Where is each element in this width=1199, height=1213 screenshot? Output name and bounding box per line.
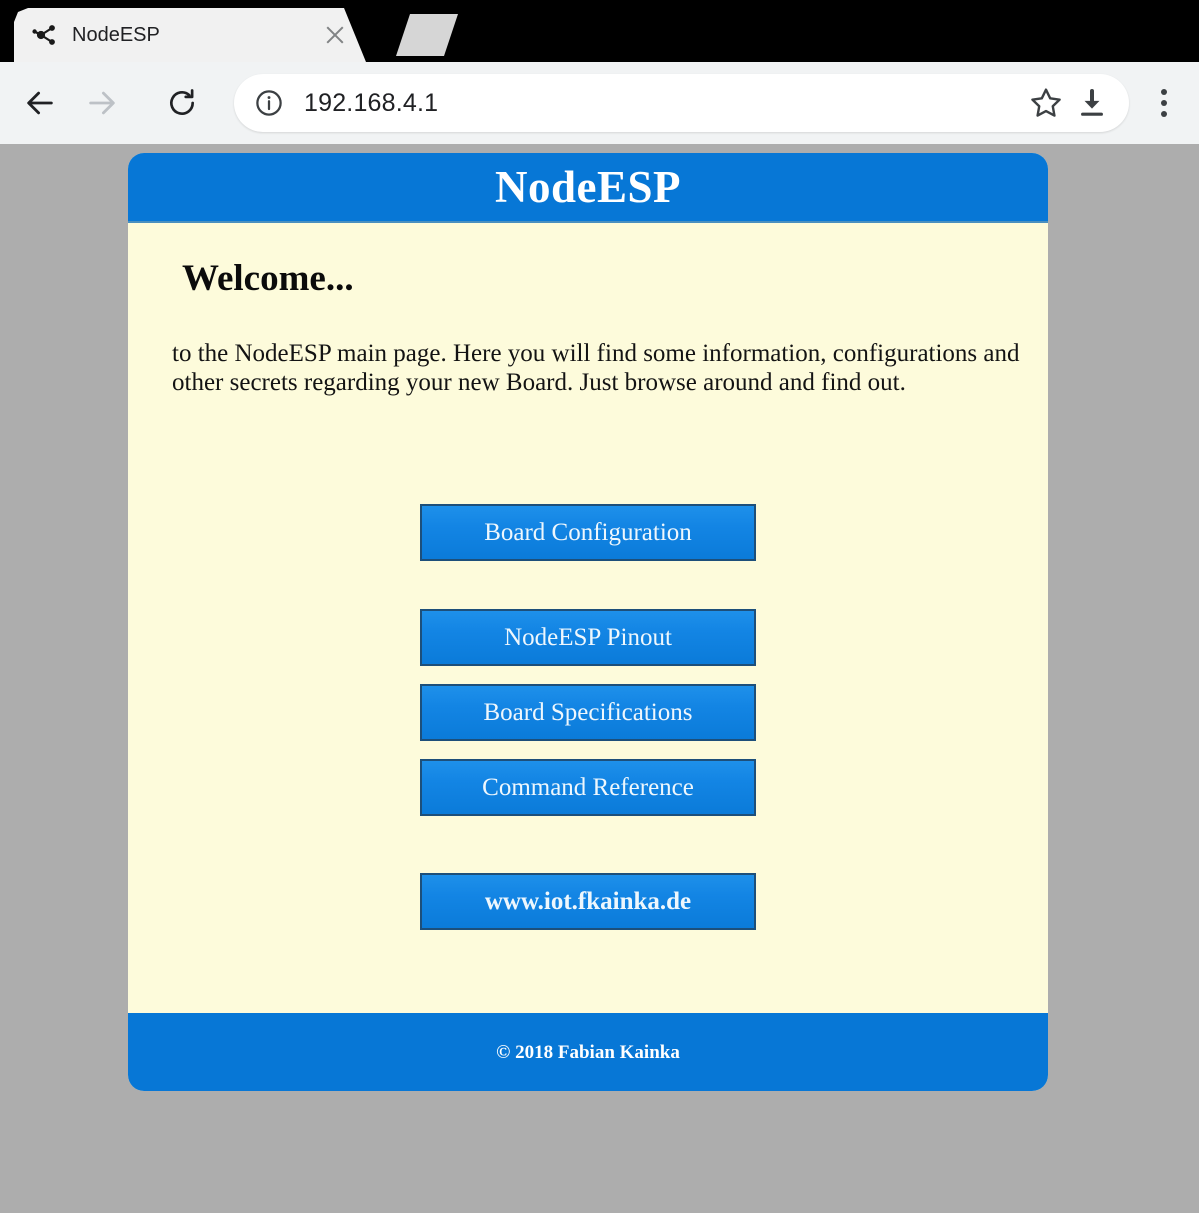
reload-icon[interactable] [156,77,208,129]
browser-window: NodeESP 192.168.4.1 NodeESP Welcome... t… [0,0,1199,1213]
board-specifications-button[interactable]: Board Specifications [420,683,756,741]
new-tab-icon[interactable] [396,14,458,56]
page-viewport: NodeESP Welcome... to the NodeESP main p… [0,144,1199,1213]
page-footer: © 2018 Fabian Kainka [128,1013,1048,1091]
close-icon[interactable] [318,18,352,52]
download-icon[interactable] [1069,80,1115,126]
navigation-button-stack: Board Configuration NodeESP Pinout Board… [150,503,1026,930]
share-nodes-icon [32,22,58,48]
page-body: Welcome... to the NodeESP main page. Her… [128,223,1048,1013]
menu-dot [1161,111,1167,117]
arrow-left-icon[interactable] [14,77,66,129]
info-circle-icon[interactable] [252,86,286,120]
arrow-right-icon [76,77,128,129]
address-bar[interactable]: 192.168.4.1 [234,74,1129,132]
board-configuration-button[interactable]: Board Configuration [420,503,756,561]
tab-title: NodeESP [72,23,160,46]
three-dots-vertical-icon[interactable] [1143,77,1185,129]
copyright-text: © 2018 Fabian Kainka [496,1041,680,1063]
welcome-heading: Welcome... [182,258,354,299]
tab-strip: NodeESP [0,0,1199,62]
star-icon[interactable] [1023,80,1069,126]
menu-dot [1161,100,1167,106]
browser-toolbar: 192.168.4.1 [0,62,1199,144]
page-card: NodeESP Welcome... to the NodeESP main p… [128,153,1048,1091]
browser-tab-nodeesp[interactable]: NodeESP [14,8,366,62]
command-reference-button[interactable]: Command Reference [420,758,756,816]
menu-dot [1161,89,1167,95]
page-header: NodeESP [128,153,1048,223]
page-title: NodeESP [494,161,682,212]
address-bar-url[interactable]: 192.168.4.1 [304,89,1023,118]
website-link-button[interactable]: www.iot.fkainka.de [420,872,756,930]
intro-paragraph: to the NodeESP main page. Here you will … [172,339,1020,396]
nodeesp-pinout-button[interactable]: NodeESP Pinout [420,608,756,666]
